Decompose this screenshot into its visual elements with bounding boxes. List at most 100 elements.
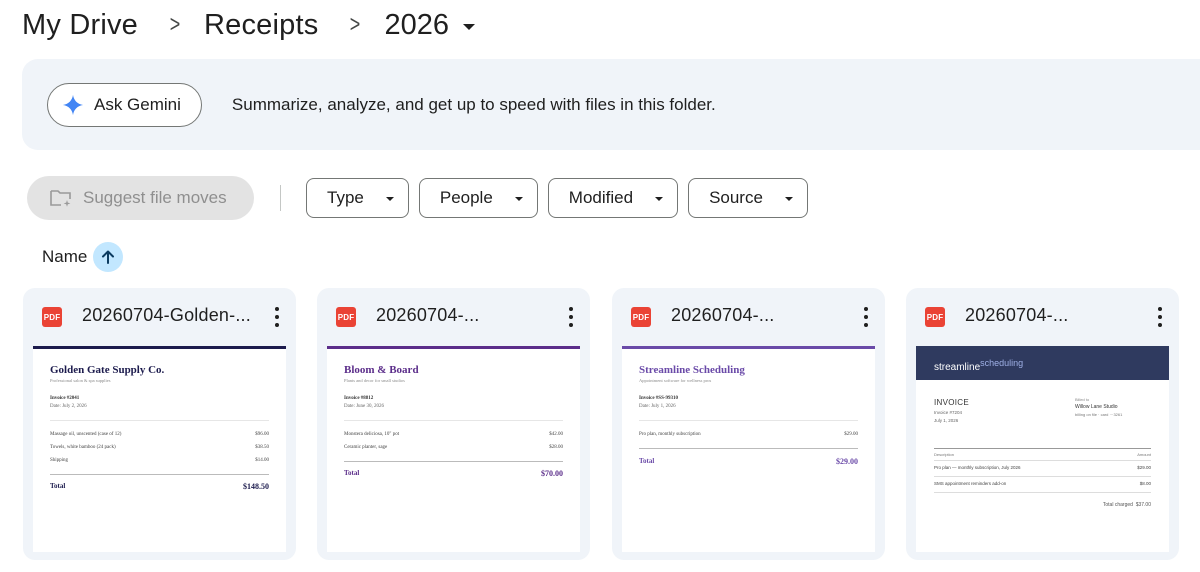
invoice-number: Invoice #8812 [344, 396, 374, 401]
file-name[interactable]: 20260704-Golden-... [82, 305, 251, 326]
file-card[interactable]: PDF 20260704-Golden-... Golden Gate Supp… [23, 288, 296, 560]
line-desc: SMS appointment reminders add-on [934, 481, 1007, 486]
total-amount: $29.00 [836, 457, 858, 466]
invoice-total: Total $70.00 [344, 469, 563, 478]
divider [934, 448, 1151, 449]
invoice-date: Date: June 30, 2026 [344, 404, 384, 409]
breadcrumb-my-drive[interactable]: My Drive [22, 9, 138, 42]
suggest-file-moves-button[interactable]: Suggest file moves [27, 176, 254, 220]
filter-chip-label: Source [709, 188, 763, 207]
more-options-icon[interactable] [275, 307, 279, 327]
file-card-header: PDF 20260704-... [317, 288, 590, 344]
line-desc: Pro plan, monthly subscription [639, 432, 701, 437]
line-amount: $96.00 [255, 432, 269, 437]
more-options-icon[interactable] [569, 307, 573, 327]
chevron-right-icon: > [169, 11, 181, 38]
line-amount: $8.00 [1139, 481, 1151, 486]
divider [50, 474, 269, 475]
col-amount: Amount [1137, 452, 1151, 457]
gemini-sparkle-icon [62, 94, 84, 115]
invoice-tagline: Appointment software for wellness pros [639, 378, 712, 383]
line-desc: Massage oil, unscented (case of 12) [50, 432, 122, 437]
file-name[interactable]: 20260704-... [671, 305, 774, 326]
pdf-file-icon: PDF [336, 307, 356, 327]
pdf-file-icon: PDF [42, 307, 62, 327]
sort-ascending-button[interactable] [93, 242, 124, 272]
sort-header[interactable]: Name [42, 241, 124, 273]
folder-suggest-icon [50, 190, 71, 207]
caret-down-icon [655, 197, 664, 201]
invoice-line: Towels, white bamboo (24 pack) $38.50 [50, 445, 269, 450]
total-amount: $37.00 [1135, 502, 1151, 508]
total-label: Total charged [1102, 502, 1133, 508]
invoice-number: Invoice #7204 [934, 410, 963, 415]
filter-chip-people[interactable]: People [418, 178, 538, 218]
chevron-right-icon: > [350, 11, 361, 38]
suggest-file-moves-label: Suggest file moves [83, 188, 227, 207]
divider [344, 420, 563, 421]
line-desc: Shipping [50, 458, 69, 463]
file-card[interactable]: PDF 20260704-... Streamline Scheduling A… [612, 288, 885, 560]
divider [934, 492, 1151, 493]
filter-chip-source[interactable]: Source [688, 178, 808, 218]
more-options-icon[interactable] [1158, 307, 1162, 327]
line-desc: Towels, white bamboo (24 pack) [50, 445, 116, 450]
file-name[interactable]: 20260704-... [965, 305, 1068, 326]
invoice-total: Total charged $37.00 [1103, 502, 1151, 508]
file-card[interactable]: PDF 20260704-... streamlinescheduling IN… [906, 288, 1179, 560]
filter-chip-modified[interactable]: Modified [547, 178, 679, 218]
table-header: Description Amount [934, 452, 1151, 457]
line-desc: Ceramic planter, sage [344, 445, 388, 450]
more-options-icon[interactable] [864, 307, 868, 327]
line-amount: $38.50 [255, 445, 269, 450]
pdf-file-icon: PDF [925, 307, 945, 327]
divider [344, 461, 563, 462]
caret-down-icon [385, 197, 394, 201]
invoice-tagline: Professional salon & spa supplies [50, 378, 111, 383]
invoice-date: July 1, 2026 [934, 418, 959, 423]
ask-gemini-label: Ask Gemini [94, 94, 181, 114]
file-card[interactable]: PDF 20260704-... Bloom & Board Plants an… [317, 288, 590, 560]
billing-note: billing on file · card ···3261 [1075, 412, 1123, 417]
ask-gemini-button[interactable]: Ask Gemini [47, 82, 202, 127]
invoice-company: Golden Gate Supply Co. [50, 364, 165, 376]
divider [639, 420, 858, 421]
breadcrumb-receipts[interactable]: Receipts [204, 9, 318, 42]
invoice-line: Monstera deliciosa, 10" pot $42.00 [344, 432, 563, 437]
filter-divider [280, 185, 281, 211]
invoice-total: Total $148.50 [50, 482, 269, 491]
total-amount: $148.50 [243, 482, 269, 491]
invoice-company: Bloom & Board [344, 364, 419, 376]
file-name[interactable]: 20260704-... [376, 305, 479, 326]
file-thumbnail[interactable]: Streamline Scheduling Appointment softwa… [622, 346, 875, 552]
filter-chip-label: Type [327, 188, 364, 207]
divider [50, 420, 269, 421]
breadcrumb-current-folder[interactable]: 2026 [384, 9, 475, 42]
caret-down-icon [514, 197, 523, 201]
arrow-up-icon [102, 250, 115, 264]
logo-main: streamline [934, 362, 981, 373]
logo-sup: scheduling [980, 358, 1024, 368]
file-thumbnail[interactable]: Golden Gate Supply Co. Professional salo… [33, 346, 286, 552]
filter-row: Suggest file moves Type People Modified … [27, 176, 818, 220]
table-row: Pro plan — monthly subscription, July 20… [934, 465, 1151, 470]
filter-chip-type[interactable]: Type [306, 178, 409, 218]
filter-chip-label: Modified [568, 188, 634, 207]
divider [639, 448, 858, 449]
invoice-heading: INVOICE [934, 398, 969, 407]
current-folder-label: 2026 [384, 8, 449, 41]
filter-chip-label: People [439, 188, 493, 207]
thumbnail-accent-bar [327, 346, 580, 349]
pdf-file-icon: PDF [631, 307, 651, 327]
divider [934, 460, 1151, 461]
file-thumbnail[interactable]: Bloom & Board Plants and decor for small… [327, 346, 580, 552]
invoice-line: Shipping $14.00 [50, 458, 269, 463]
table-row: SMS appointment reminders add-on $8.00 [934, 481, 1151, 486]
total-label: Total [639, 457, 655, 465]
streamline-logo: streamlinescheduling [934, 358, 1023, 373]
total-amount: $70.00 [541, 469, 563, 478]
invoice-tagline: Plants and decor for small studios [344, 378, 405, 383]
file-thumbnail[interactable]: streamlinescheduling INVOICE Invoice #72… [916, 346, 1169, 552]
line-amount: $29.00 [1137, 465, 1151, 470]
gemini-banner-text: Summarize, analyze, and get up to speed … [231, 94, 716, 114]
